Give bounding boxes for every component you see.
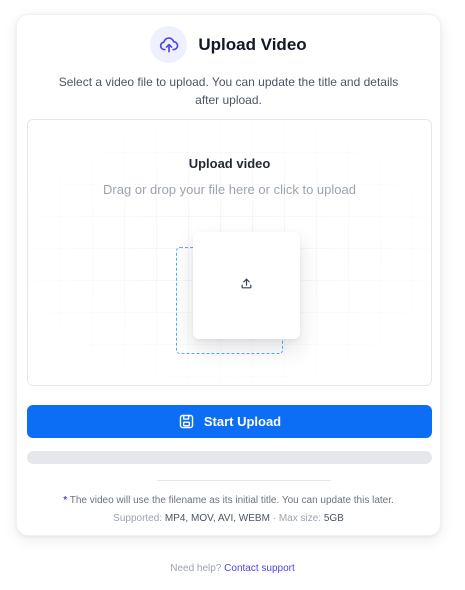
filename-title-note: * The video will use the filename as its… xyxy=(17,495,440,506)
upload-file-tile[interactable] xyxy=(193,232,300,339)
contact-support-link[interactable]: Contact support xyxy=(224,563,295,574)
upload-progress-bar xyxy=(27,451,432,464)
supported-formats: MP4, MOV, AVI, WEBM xyxy=(164,513,270,524)
dropzone-hint: Drag or drop your file here or click to … xyxy=(103,182,356,197)
supported-formats-info: Supported: MP4, MOV, AVI, WEBM · Max siz… xyxy=(17,513,440,524)
help-footer: Need help? Contact support xyxy=(0,563,465,574)
upload-arrow-icon xyxy=(240,277,253,295)
max-size-value: 5GB xyxy=(323,513,344,524)
page-title: Upload Video xyxy=(198,34,307,54)
cloud-upload-icon xyxy=(150,26,188,63)
dropzone-title: Upload video xyxy=(188,156,271,171)
note-text: The video will use the filename as its i… xyxy=(69,495,394,506)
card-header: Upload Video xyxy=(17,26,440,63)
start-upload-label: Start Upload xyxy=(203,414,282,429)
upload-card: Upload Video Select a video file to uplo… xyxy=(16,14,441,536)
page-subtitle: Select a video file to upload. You can u… xyxy=(58,75,399,107)
supported-separator: · xyxy=(272,513,277,524)
save-icon xyxy=(178,413,195,430)
max-size-label: Max size: xyxy=(278,513,322,524)
file-dropzone[interactable]: Upload video Drag or drop your file here… xyxy=(27,119,432,386)
supported-label: Supported: xyxy=(113,513,163,524)
divider xyxy=(157,480,331,481)
start-upload-button[interactable]: Start Upload xyxy=(27,405,432,438)
note-marker: * xyxy=(63,495,68,506)
help-prompt: Need help? xyxy=(170,563,222,574)
